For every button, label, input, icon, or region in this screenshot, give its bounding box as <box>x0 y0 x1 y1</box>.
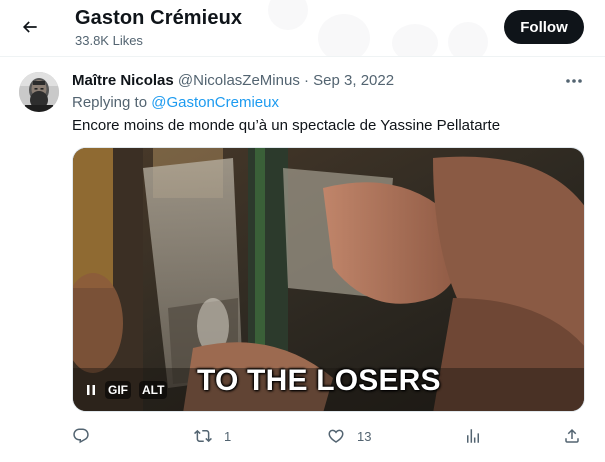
likes-count: 33.8K Likes <box>75 33 143 48</box>
retweet-count: 1 <box>224 428 232 444</box>
tweet-meta: Maître Nicolas @NicolasZeMinus · Sep 3, … <box>72 72 394 89</box>
profile-title: Gaston Crémieux <box>75 7 243 29</box>
follow-button[interactable]: Follow <box>504 10 584 44</box>
header-divider <box>0 56 605 57</box>
more-horizontal-icon <box>566 79 582 83</box>
more-options-button[interactable] <box>561 70 587 92</box>
reply-button[interactable] <box>72 426 90 446</box>
tweet-text: Encore moins de monde qu’à un spectacle … <box>72 117 501 134</box>
share-icon <box>565 428 579 443</box>
avatar[interactable] <box>19 72 59 112</box>
share-button[interactable] <box>563 426 581 446</box>
tweet-date[interactable]: Sep 3, 2022 <box>313 72 394 89</box>
heart-icon <box>328 429 344 443</box>
gif-media[interactable]: TO THE LOSERS GIF ALT <box>72 147 585 412</box>
meta-separator: · <box>304 72 309 89</box>
retweet-icon <box>194 429 212 443</box>
arrow-left-icon <box>22 21 37 33</box>
replying-to-line: Replying to @GastonCremieux <box>72 94 279 111</box>
gif-controls: GIF ALT <box>85 381 168 399</box>
gif-caption: TO THE LOSERS <box>197 364 441 397</box>
author-name[interactable]: Maître Nicolas <box>72 72 174 89</box>
replying-to-link[interactable]: @GastonCremieux <box>151 94 279 111</box>
top-header: Gaston Crémieux 33.8K Likes Follow <box>0 0 605 56</box>
like-button[interactable]: 13 <box>327 426 371 446</box>
views-button[interactable] <box>464 426 482 446</box>
pause-icon <box>87 385 95 395</box>
retweet-button[interactable]: 1 <box>194 426 231 446</box>
pause-button[interactable] <box>85 383 97 397</box>
gif-badge: GIF <box>105 381 131 399</box>
like-count: 13 <box>357 428 372 444</box>
replying-to-prefix: Replying to <box>72 94 152 111</box>
avatar-photo <box>19 72 59 112</box>
reply-icon <box>73 428 89 444</box>
author-handle[interactable]: @NicolasZeMinus <box>178 72 300 89</box>
alt-badge[interactable]: ALT <box>139 381 168 399</box>
analytics-icon <box>467 429 479 443</box>
back-button[interactable] <box>13 10 47 44</box>
